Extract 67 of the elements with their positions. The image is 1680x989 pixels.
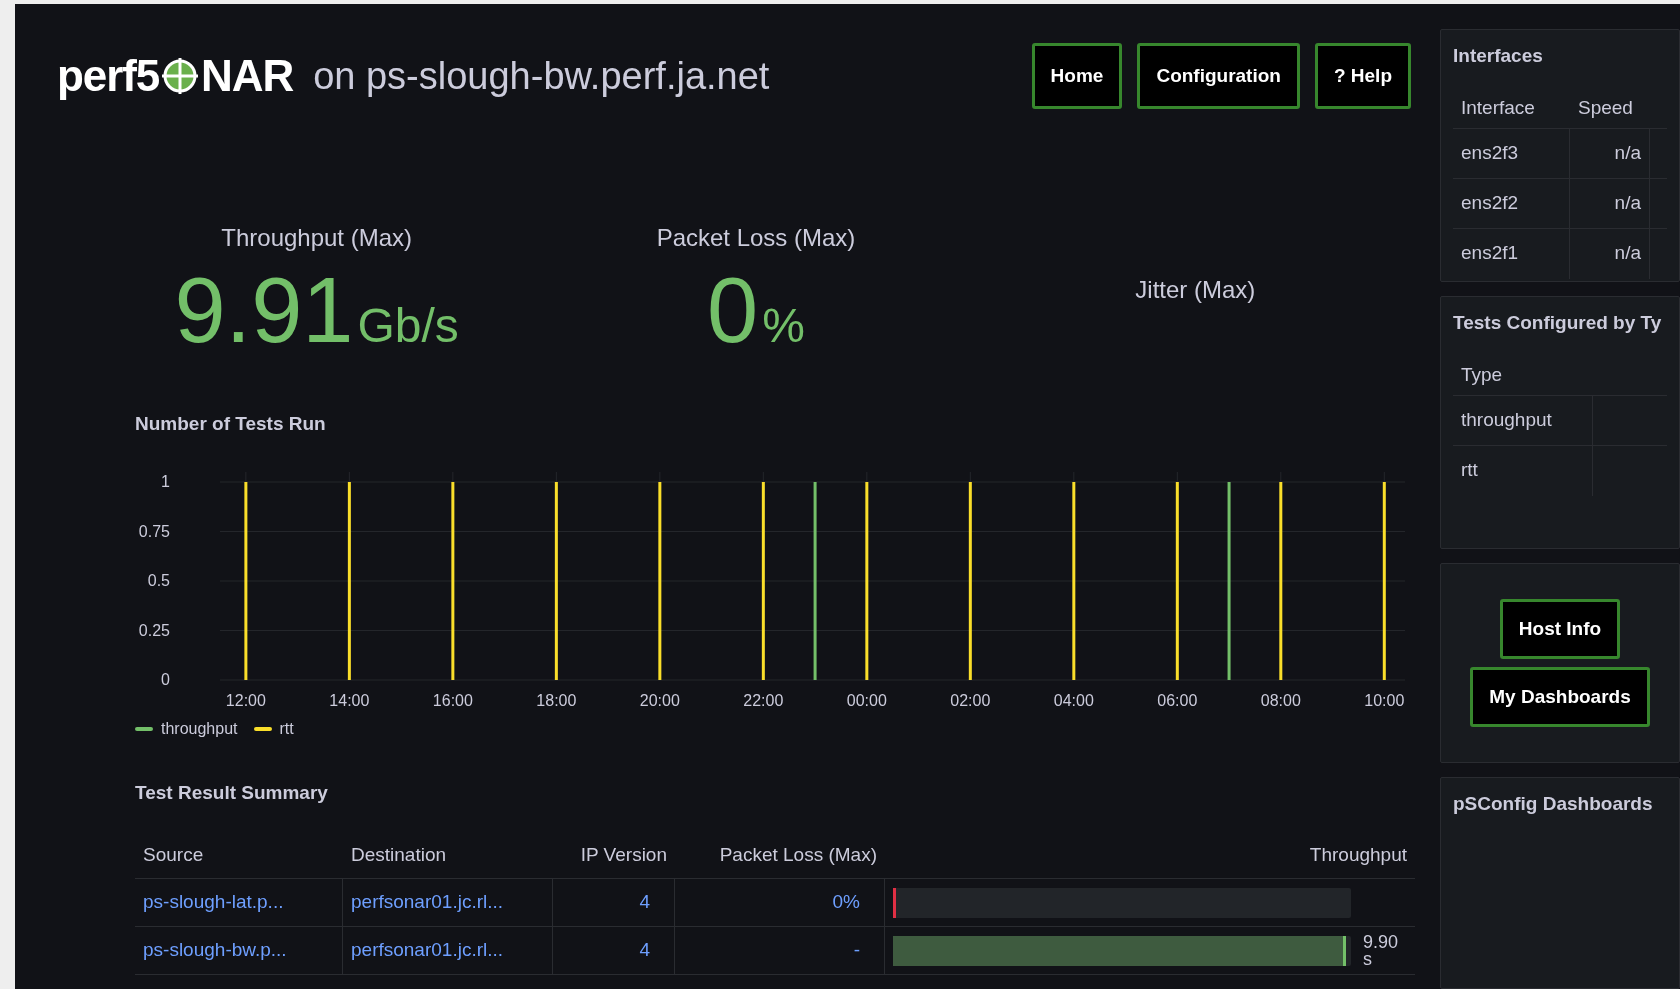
column-header: Throughput: [1308, 843, 1408, 868]
destination-link[interactable]: perfsonar01.jc.rl...: [343, 879, 553, 926]
axis-label: 0.25: [138, 621, 170, 638]
crosshair-icon: [160, 56, 201, 96]
axis-label: 10:00: [1364, 691, 1405, 709]
stat-unit: Gb/s: [357, 298, 459, 354]
table-cell: 4: [553, 879, 675, 926]
axis-label: 18:00: [536, 691, 577, 709]
host-title: on ps-slough-bw.perf.ja.net: [313, 53, 770, 99]
side-button[interactable]: My Dashboards: [1470, 667, 1650, 727]
destination-link[interactable]: perfsonar01.jc.rl...: [343, 927, 553, 974]
column-header: Destination: [350, 843, 448, 868]
table-cell: n/a: [1570, 178, 1650, 228]
gauge-reading: 9.90 s: [1363, 933, 1400, 968]
column-header: Source: [142, 843, 205, 868]
axis-label: 02:00: [950, 691, 991, 709]
panel-title: pSConfig Dashboards: [1453, 792, 1654, 816]
axis-label: 04:00: [1053, 691, 1094, 709]
column-header: Type: [1460, 362, 1504, 387]
logo-text: NAR: [201, 50, 294, 102]
table-cell: n/a: [1570, 128, 1650, 178]
stat-title: Jitter (Max): [1135, 275, 1256, 305]
stat-value: 9.91: [174, 264, 354, 356]
axis-label: 14:00: [329, 691, 370, 709]
table-cell: -: [675, 927, 885, 974]
nav-button[interactable]: Configuration: [1137, 43, 1300, 109]
stat-value: 0: [707, 264, 759, 356]
nav-button[interactable]: Home: [1031, 43, 1123, 109]
table-cell: rtt: [1453, 445, 1593, 496]
table-cell: 4: [553, 927, 675, 974]
stat-title: Packet Loss (Max): [656, 223, 856, 253]
column-header: IP Version: [579, 843, 668, 868]
axis-label: 08:00: [1260, 691, 1301, 709]
stat-unit: %: [762, 298, 805, 354]
axis-label: 20:00: [639, 691, 680, 709]
axis-label: 0.5: [147, 571, 170, 589]
panel-title: Test Result Summary: [135, 780, 329, 805]
axis-label: 00:00: [846, 691, 887, 709]
legend-swatch: [135, 726, 153, 731]
table-cell: ens2f2: [1453, 178, 1570, 228]
axis-label: 16:00: [432, 691, 473, 709]
column-header: Speed: [1577, 95, 1634, 120]
source-link[interactable]: ps-slough-lat.p...: [135, 879, 343, 926]
column-header: Packet Loss (Max): [718, 843, 878, 868]
legend-label: rtt: [279, 718, 294, 739]
axis-label: 22:00: [743, 691, 784, 709]
table-cell: n/a: [1570, 228, 1650, 279]
table-cell: ens2f1: [1453, 228, 1570, 279]
nav-button[interactable]: ? Help: [1314, 43, 1411, 109]
panel-title: Tests Configured by Ty: [1453, 311, 1663, 335]
axis-label: 1: [161, 472, 170, 490]
axis-label: 0.75: [138, 522, 170, 539]
table-cell: ens2f3: [1453, 128, 1570, 178]
legend-swatch: [253, 726, 272, 731]
axis-label: 06:00: [1157, 691, 1198, 709]
axis-label: 0: [161, 670, 170, 688]
side-button[interactable]: Host Info: [1499, 599, 1621, 659]
legend-label: throughput: [161, 718, 238, 739]
logo-text: perf5: [57, 50, 160, 102]
panel-title: Number of Tests Run: [135, 412, 327, 436]
source-link[interactable]: ps-slough-bw.p...: [135, 927, 343, 974]
table-cell: throughput: [1453, 395, 1593, 445]
axis-label: 12:00: [225, 691, 266, 709]
panel-title: Interfaces: [1453, 44, 1544, 68]
column-header: Interface: [1460, 95, 1536, 120]
stat-title: Throughput (Max): [221, 223, 413, 253]
table-cell: 0%: [675, 879, 885, 926]
